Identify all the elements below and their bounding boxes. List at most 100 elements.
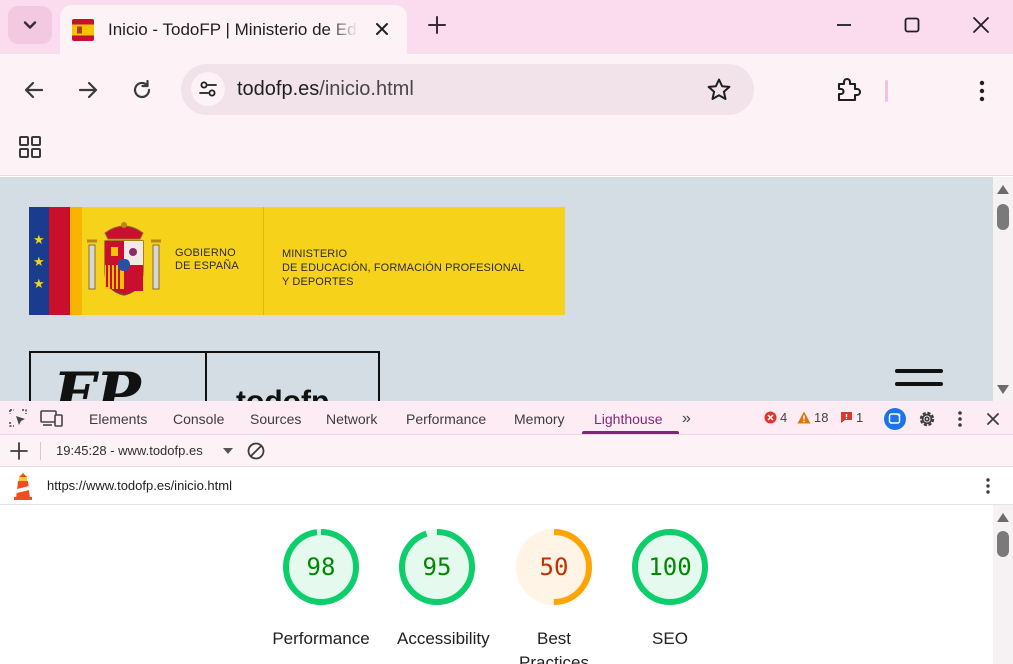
- arrow-left-icon: [24, 81, 44, 99]
- lighthouse-report: 98 Performance 95 Accessibility 50 Best Pract…: [0, 505, 993, 664]
- score-value: 98: [306, 553, 336, 581]
- tab-close-button[interactable]: [371, 18, 393, 40]
- score-label: Best Practices: [519, 629, 589, 664]
- hamburger-menu-icon[interactable]: [895, 369, 945, 399]
- url-text: todofp.es/inicio.html: [237, 78, 414, 101]
- tab-performance[interactable]: Performance: [406, 411, 486, 427]
- device-toolbar-icon[interactable]: [40, 408, 64, 428]
- extensions-puzzle-icon[interactable]: [834, 76, 862, 104]
- scroll-up-arrow-icon[interactable]: [997, 513, 1009, 522]
- gov-line-2: DE ESPAÑA: [175, 260, 239, 272]
- close-icon: [376, 23, 388, 35]
- gear-icon: [919, 411, 935, 427]
- clear-reports-icon[interactable]: [246, 441, 266, 461]
- toolbar-separator: [40, 442, 41, 460]
- gov-line-1: GOBIERNO: [175, 247, 236, 259]
- fp-logo-wordmark: todofp: [236, 387, 329, 402]
- audited-url[interactable]: https://www.todofp.es/inicio.html: [47, 478, 232, 493]
- issue-flag-icon: [841, 412, 852, 423]
- banner-divider: [263, 207, 264, 315]
- coat-of-arms-icon: [87, 222, 161, 296]
- score-gauge[interactable]: 50 Best Practices: [494, 527, 614, 664]
- tab-lighthouse[interactable]: Lighthouse: [594, 411, 663, 427]
- warning-icon: [797, 411, 811, 424]
- dropdown-caret-icon[interactable]: [223, 448, 233, 454]
- ai-assistance-icon[interactable]: [884, 408, 906, 430]
- more-vertical-icon[interactable]: [980, 476, 996, 496]
- issues-count-badge[interactable]: 1: [840, 410, 863, 425]
- scroll-down-arrow-icon[interactable]: [997, 385, 1009, 394]
- scroll-up-arrow-icon[interactable]: [997, 185, 1009, 194]
- reload-button[interactable]: [128, 76, 156, 104]
- more-vertical-icon[interactable]: [970, 78, 994, 104]
- close-devtools-button[interactable]: [982, 408, 1004, 430]
- forward-button[interactable]: [74, 76, 102, 104]
- maximize-window-button[interactable]: [899, 12, 925, 38]
- spain-flag-gold-strip: [70, 207, 82, 315]
- tab-title: Inicio - TodoFP | Ministerio de Educació…: [108, 19, 358, 39]
- government-label: GOBIERNO DE ESPAÑA: [175, 247, 239, 273]
- warning-count-badge[interactable]: 18: [797, 410, 828, 425]
- tab-search-button[interactable]: [8, 6, 52, 44]
- error-count-badge[interactable]: 4: [764, 410, 787, 425]
- government-banner[interactable]: ★ ★ ★ GOBIERNO DE ESPAÑA MINISTERIO DE E…: [29, 207, 565, 315]
- active-tab-indicator: [582, 431, 679, 434]
- minimize-window-button[interactable]: [831, 12, 857, 38]
- toolbar-separator: [885, 80, 888, 102]
- devtools-more-button[interactable]: [949, 408, 971, 430]
- star-icon: ★: [33, 232, 45, 247]
- address-bar[interactable]: todofp.es/inicio.html: [181, 64, 754, 115]
- tab-console[interactable]: Console: [173, 411, 224, 427]
- star-icon: ★: [33, 276, 45, 291]
- chevron-down-icon: [23, 21, 37, 29]
- url-path: /inicio.html: [319, 78, 414, 100]
- score-gauge[interactable]: 98 Performance: [261, 527, 381, 651]
- gauge-ring: 50: [514, 527, 594, 607]
- lighthouse-logo-icon: [14, 473, 32, 500]
- close-window-button[interactable]: [968, 12, 994, 38]
- active-tab[interactable]: Inicio - TodoFP | Ministerio de Educació…: [60, 5, 407, 54]
- ministry-line-2: DE EDUCACIÓN, FORMACIÓN PROFESIONAL: [282, 262, 525, 274]
- maximize-icon: [904, 17, 920, 33]
- tab-strip: Inicio - TodoFP | Ministerio de Educació…: [0, 0, 1013, 54]
- ministry-line-3: Y DEPORTES: [282, 276, 354, 288]
- tab-memory[interactable]: Memory: [514, 411, 565, 427]
- report-selector[interactable]: 19:45:28 - www.todofp.es: [56, 443, 203, 458]
- site-info-button[interactable]: [191, 72, 225, 106]
- gauge-ring: 98: [281, 527, 361, 607]
- more-vertical-icon: [958, 411, 962, 427]
- score-value: 100: [648, 553, 692, 581]
- ministry-line-1: MINISTERIO: [282, 248, 348, 260]
- tab-elements[interactable]: Elements: [89, 411, 147, 427]
- tab-network[interactable]: Network: [326, 411, 377, 427]
- score-gauge[interactable]: 100 SEO: [610, 527, 730, 651]
- apps-grid-icon[interactable]: [18, 135, 42, 159]
- score-gauge[interactable]: 95 Accessibility: [377, 527, 497, 651]
- back-button[interactable]: [20, 76, 48, 104]
- lighthouse-url-bar: https://www.todofp.es/inicio.html: [0, 467, 1013, 505]
- scrollbar-thumb[interactable]: [997, 204, 1009, 230]
- scrollbar-thumb[interactable]: [997, 531, 1009, 557]
- gauge-ring: 95: [397, 527, 477, 607]
- inspect-element-icon[interactable]: [8, 408, 28, 428]
- new-tab-button[interactable]: [424, 12, 450, 38]
- spain-flag-red-strip: [49, 207, 70, 315]
- arrow-right-icon: [78, 81, 98, 99]
- score-label: Performance: [272, 629, 370, 648]
- error-count: 4: [780, 410, 788, 425]
- score-label: SEO: [652, 629, 688, 648]
- more-tabs-chevron-icon[interactable]: »: [682, 410, 691, 428]
- bookmark-star-icon[interactable]: [706, 77, 732, 103]
- page-scrollbar[interactable]: [993, 177, 1013, 401]
- spain-flag-favicon-icon: [72, 18, 94, 41]
- close-icon: [987, 413, 999, 425]
- eu-flag-strip: ★ ★ ★: [29, 207, 49, 315]
- new-report-plus-icon[interactable]: [8, 440, 30, 462]
- todofp-logo[interactable]: FP todofp: [29, 351, 380, 401]
- tune-icon: [199, 81, 217, 97]
- tab-sources[interactable]: Sources: [250, 411, 301, 427]
- report-scrollbar[interactable]: [993, 505, 1013, 664]
- close-icon: [973, 17, 989, 33]
- settings-button[interactable]: [916, 408, 938, 430]
- fp-logo-mark: FP: [53, 360, 141, 401]
